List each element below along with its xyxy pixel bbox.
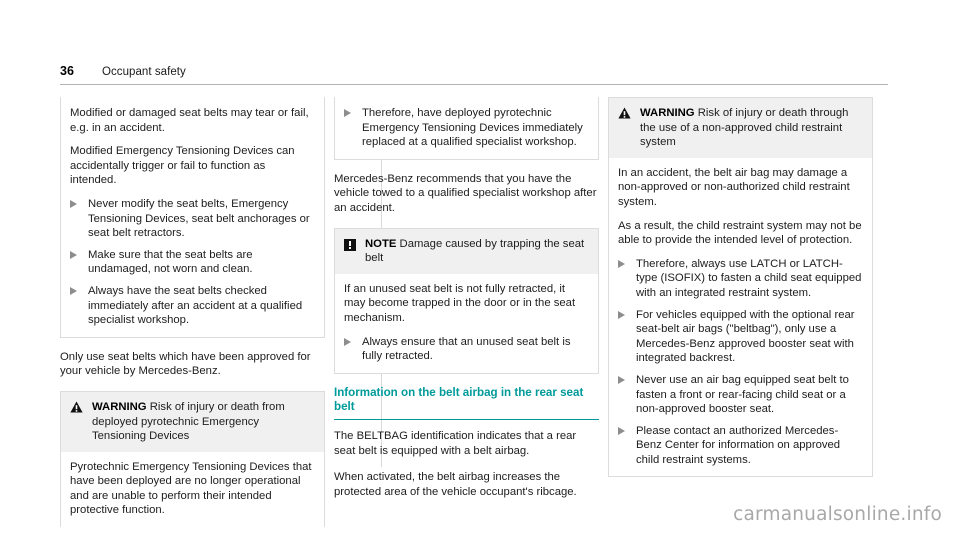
- bullet-list: Therefore, always use LATCH or LATCH-typ…: [618, 257, 862, 468]
- paragraph: When activated, the belt airbag increase…: [334, 471, 577, 498]
- manual-page: 36 Occupant safety Modified or damaged s…: [0, 0, 960, 533]
- warning-box-headline: WARNING Risk of injury or death from dep…: [92, 400, 314, 444]
- note-box-headline: NOTE Damage caused by trapping the seat …: [365, 237, 588, 266]
- list-item-text: Always have the seat belts checked immed…: [88, 284, 303, 327]
- triangle-bullet-icon: [618, 375, 627, 385]
- list-item: Make sure that the seat belts are undama…: [70, 248, 314, 277]
- list-item-text: Therefore, have deployed pyrotechnic Eme…: [362, 107, 583, 149]
- triangle-bullet-icon: [70, 250, 79, 260]
- triangle-bullet-icon: [618, 310, 627, 320]
- warning-box-body: In an accident, the belt air bag may dam…: [609, 157, 872, 477]
- paragraph: Modified or damaged seat belts may tear …: [70, 107, 309, 134]
- continued-warning-box-2: Therefore, have deployed pyrotechnic Eme…: [334, 97, 599, 160]
- paragraph: If an unused seat belt is not fully retr…: [344, 282, 576, 324]
- paragraph: Pyrotechnic Emergency Tensioning Devices…: [70, 460, 312, 517]
- warning-box-header: WARNING Risk of injury or death through …: [609, 98, 872, 158]
- warning-label: WARNING: [92, 400, 147, 413]
- bullet-list: Always ensure that an unused seat belt i…: [344, 335, 588, 364]
- list-item-text: Never use an air bag equipped seat belt …: [636, 373, 849, 416]
- column-1: Modified or damaged seat belts may tear …: [60, 97, 325, 528]
- triangle-bullet-icon: [618, 426, 627, 436]
- paragraph: The BELTBAG identification indicates tha…: [334, 429, 577, 457]
- note-box-header: NOTE Damage caused by trapping the seat …: [335, 228, 598, 274]
- list-item: Never use an air bag equipped seat belt …: [618, 373, 862, 417]
- warning-box-body: Pyrotechnic Emergency Tensioning Devices…: [61, 451, 324, 528]
- list-item-text: Always ensure that an unused seat belt i…: [362, 335, 571, 363]
- continued-warning-body-2: Therefore, have deployed pyrotechnic Eme…: [335, 97, 598, 159]
- column-2: Therefore, have deployed pyrotechnic Eme…: [334, 97, 599, 498]
- list-item: Always have the seat belts checked immed…: [70, 284, 314, 328]
- list-item: Therefore, always use LATCH or LATCH-typ…: [618, 257, 862, 301]
- column-3: WARNING Risk of injury or death through …: [608, 97, 873, 478]
- list-item: For vehicles equipped with the optional …: [618, 308, 862, 366]
- page-number: 36: [60, 64, 75, 78]
- triangle-bullet-icon: [344, 109, 353, 118]
- note-headline-text: Damage caused by trapping the seat belt: [365, 237, 585, 265]
- site-watermark: carmanualsonline.info: [733, 504, 942, 525]
- warning-label: WARNING: [640, 107, 695, 119]
- list-item-text: Make sure that the seat belts are undama…: [88, 248, 253, 276]
- warning-box-child-restraint: WARNING Risk of injury or death through …: [608, 97, 873, 478]
- paragraph: Modified Emergency Tensioning Devices ca…: [70, 145, 295, 187]
- warning-box-header: WARNING Risk of injury or death from dep…: [61, 391, 324, 452]
- note-box-body: If an unused seat belt is not fully retr…: [335, 273, 598, 373]
- page-title: Occupant safety: [102, 66, 186, 78]
- list-item: Always ensure that an unused seat belt i…: [344, 335, 588, 364]
- list-item: Never modify the seat belts, Emergency T…: [70, 197, 314, 241]
- bullet-list: Never modify the seat belts, Emergency T…: [70, 197, 314, 328]
- list-item-text: For vehicles equipped with the optional …: [636, 308, 855, 365]
- warning-box-headline: WARNING Risk of injury or death through …: [640, 106, 862, 150]
- warning-box: WARNING Risk of injury or death from dep…: [60, 390, 325, 528]
- list-item-text: Please contact an authorized Mercedes-Be…: [636, 424, 841, 466]
- three-column-layout: Modified or damaged seat belts may tear …: [60, 97, 890, 528]
- warning-triangle-icon: [618, 107, 631, 119]
- section-heading: Information on the belt airbag in the re…: [334, 386, 599, 420]
- page-header: 36 Occupant safety: [60, 64, 888, 85]
- list-item: Therefore, have deployed pyrotechnic Eme…: [344, 106, 588, 150]
- triangle-bullet-icon: [70, 286, 79, 296]
- note-box: NOTE Damage caused by trapping the seat …: [334, 227, 599, 374]
- note-label: NOTE: [365, 237, 397, 250]
- note-exclamation-icon: [344, 238, 356, 251]
- triangle-bullet-icon: [70, 199, 79, 209]
- list-item-text: Never modify the seat belts, Emergency T…: [88, 197, 310, 240]
- list-item: Please contact an authorized Mercedes-Be…: [618, 424, 862, 468]
- triangle-bullet-icon: [344, 337, 353, 347]
- paragraph: In an accident, the belt air bag may dam…: [618, 166, 850, 208]
- continued-warning-body: Modified or damaged seat belts may tear …: [61, 97, 324, 337]
- continued-warning-box: Modified or damaged seat belts may tear …: [60, 97, 325, 338]
- paragraph: As a result, the child restraint system …: [618, 219, 862, 247]
- list-item-text: Therefore, always use LATCH or LATCH-typ…: [636, 257, 862, 299]
- bullet-list: Therefore, have deployed pyrotechnic Eme…: [344, 106, 588, 150]
- warning-triangle-icon: [70, 401, 83, 413]
- triangle-bullet-icon: [618, 259, 627, 269]
- body-paragraph: Mercedes-Benz recommends that you have t…: [334, 172, 597, 214]
- body-paragraph: Only use seat belts which have been appr…: [60, 350, 311, 378]
